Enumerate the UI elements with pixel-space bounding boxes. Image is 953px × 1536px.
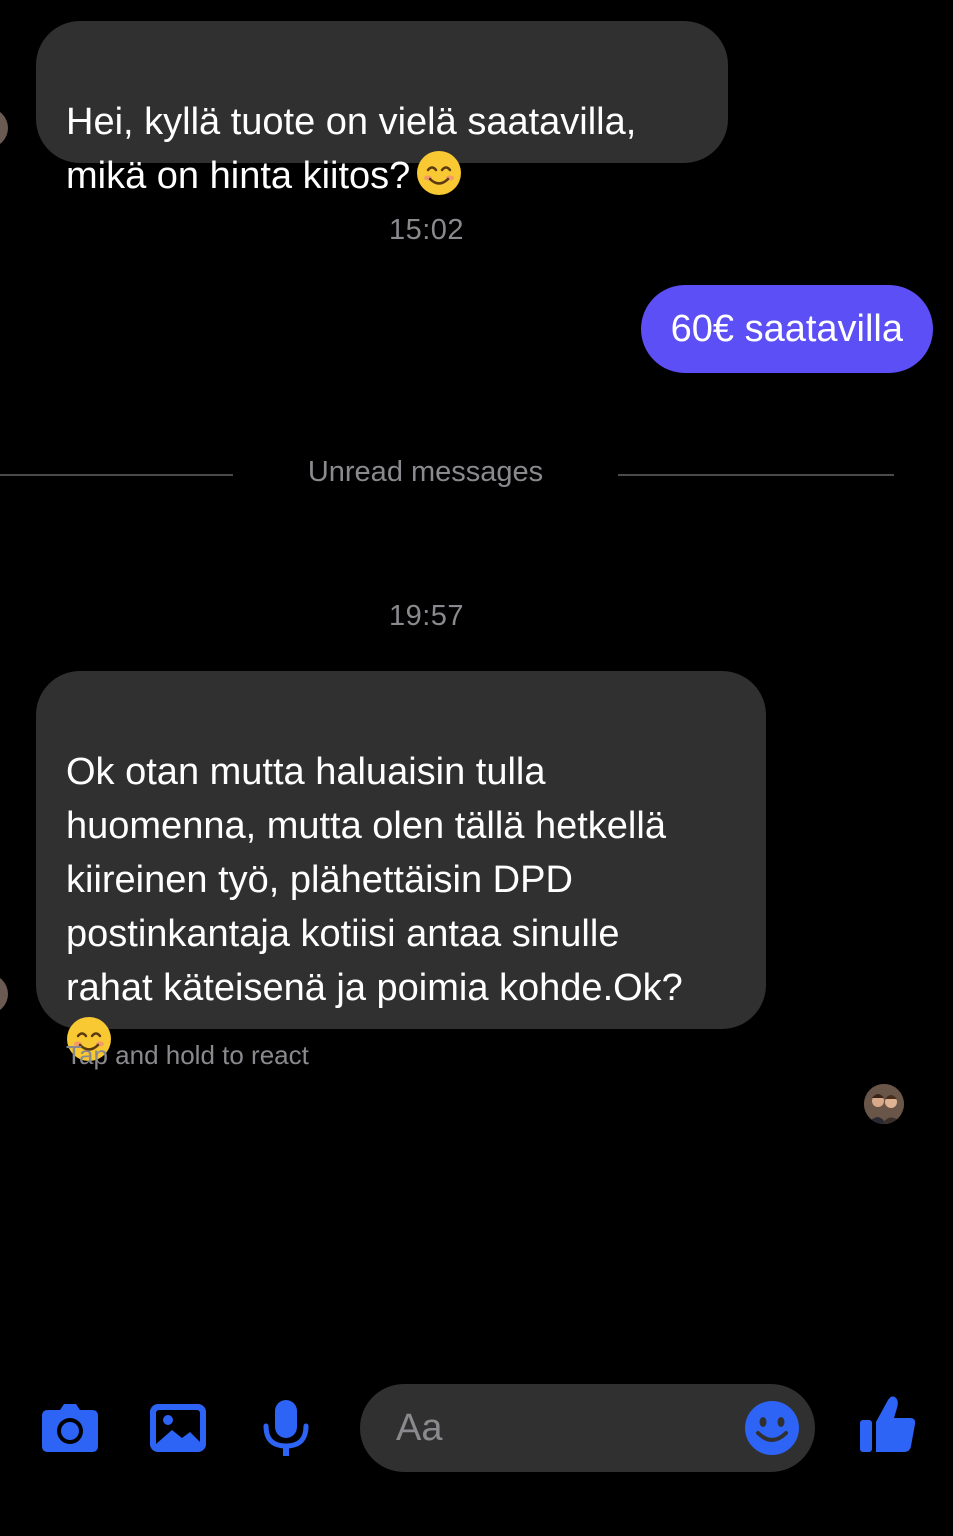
message-text: Ok otan mutta haluaisin tulla huomenna, … xyxy=(66,751,683,1009)
incoming-message-bubble[interactable]: Ok otan mutta haluaisin tulla huomenna, … xyxy=(36,671,766,1061)
microphone-icon[interactable] xyxy=(254,1396,318,1460)
message-text: Hei, kyllä tuote on vielä saatavilla, mi… xyxy=(66,101,637,197)
incoming-message-bubble[interactable]: Hei, kyllä tuote on vielä saatavilla, mi… xyxy=(36,21,728,197)
outgoing-message-bubble[interactable]: 60€ saatavilla xyxy=(640,285,933,373)
message-text: 60€ saatavilla xyxy=(670,308,903,350)
smiling-face-emoji xyxy=(416,150,462,196)
gallery-icon[interactable] xyxy=(146,1396,210,1460)
message-timestamp: 15:02 xyxy=(388,214,465,246)
react-hint: Tap and hold to react xyxy=(66,1040,309,1070)
divider-line-right xyxy=(618,474,894,476)
emoji-icon[interactable] xyxy=(743,1399,801,1457)
camera-icon[interactable] xyxy=(38,1396,102,1460)
message-timestamp: 19:57 xyxy=(388,600,465,632)
divider-line-left xyxy=(0,474,233,476)
sender-avatar[interactable] xyxy=(0,974,8,1014)
thumbs-up-icon[interactable] xyxy=(856,1392,920,1456)
read-receipt-avatar xyxy=(864,1084,904,1124)
unread-messages-divider: Unread messages xyxy=(307,456,544,488)
sender-avatar[interactable] xyxy=(0,108,8,148)
message-composer[interactable] xyxy=(360,1384,815,1472)
message-input[interactable] xyxy=(396,1384,736,1472)
